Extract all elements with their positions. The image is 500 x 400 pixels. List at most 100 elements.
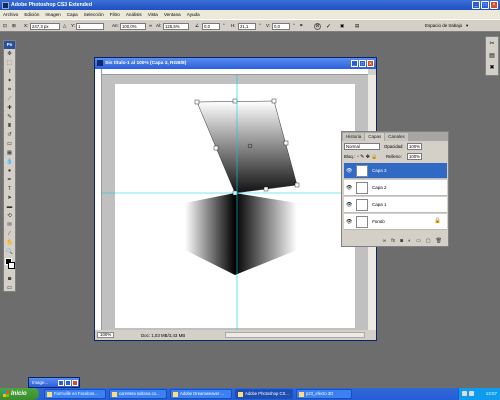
maximize-icon[interactable] <box>65 379 71 386</box>
doc-size-info[interactable]: Doc: 1,03 MB/3,43 MB <box>141 333 185 338</box>
close-icon[interactable] <box>72 379 78 386</box>
eye-icon[interactable]: 👁 <box>346 185 352 191</box>
minimized-document[interactable]: Image... <box>28 377 80 388</box>
menu-ventana[interactable]: Ventana <box>164 12 181 17</box>
doc-close-icon[interactable]: × <box>367 59 374 67</box>
tab-capas[interactable]: Capas <box>365 133 385 141</box>
task-p23[interactable]: p23_efecto 3D <box>296 389 352 399</box>
workspace-menu[interactable]: Espacio de trabajo <box>425 23 462 28</box>
x-field[interactable]: 247,3 px <box>30 22 60 30</box>
eyedropper-icon[interactable]: ⁄ <box>4 230 15 238</box>
restore-icon[interactable] <box>58 379 64 386</box>
options-icon[interactable]: ▣ <box>340 23 344 29</box>
gradient-tool-icon[interactable]: ▦ <box>4 149 15 157</box>
height-field[interactable]: 125,5% <box>163 22 189 30</box>
tab-historia[interactable]: Historia <box>343 133 365 141</box>
background-color[interactable] <box>8 262 15 269</box>
eye-icon[interactable]: 👁 <box>346 168 352 174</box>
doc-minimize-icon[interactable]: _ <box>351 59 358 67</box>
group-icon[interactable]: ▭ <box>416 238 421 244</box>
dodge-tool-icon[interactable]: ● <box>4 167 15 175</box>
horizontal-scrollbar[interactable] <box>225 332 365 338</box>
crop-tool-icon[interactable]: ⌗ <box>4 86 15 94</box>
canvas-artwork[interactable] <box>102 75 368 330</box>
angle-field[interactable]: 0,0 <box>202 22 220 30</box>
layer-row-fondo[interactable]: 👁 Fondo 🔒 <box>344 214 447 230</box>
clock[interactable]: 13:07 <box>486 391 497 396</box>
layer-style-icon[interactable]: fx <box>391 238 395 244</box>
menu-capa[interactable]: Capa <box>67 12 78 17</box>
width-field[interactable]: 100,0% <box>120 22 146 30</box>
menu-seleccion[interactable]: Selección <box>84 12 104 17</box>
type-tool-icon[interactable]: T <box>4 185 15 193</box>
mask-icon[interactable]: ◙ <box>400 238 403 244</box>
healing-brush-icon[interactable]: ✚ <box>4 104 15 112</box>
hskew-field[interactable]: 21,1 <box>238 22 256 30</box>
layer-row-capa-2[interactable]: 👁 Capa 2 <box>344 180 447 196</box>
canvas-area[interactable] <box>102 75 368 330</box>
vskew-field[interactable]: 0,0 <box>272 22 290 30</box>
blur-tool-icon[interactable]: 💧 <box>4 158 15 166</box>
lasso-tool-icon[interactable]: ℓ <box>4 68 15 76</box>
history-brush-icon[interactable]: ↺ <box>4 131 15 139</box>
channels-panel-icon[interactable]: ▤ <box>486 49 498 61</box>
menu-vista[interactable]: Vista <box>148 12 158 17</box>
eraser-tool-icon[interactable]: ▭ <box>4 140 15 148</box>
3d-rotate-icon[interactable]: ⟲ <box>4 212 15 220</box>
path-select-icon[interactable]: ➤ <box>4 194 15 202</box>
cancel-transform-icon[interactable]: ⊘ <box>314 22 321 30</box>
task-carretera[interactable]: carretera sultana co... <box>109 389 167 399</box>
commit-transform-icon[interactable]: ✓ <box>326 23 331 30</box>
zoom-tool-icon[interactable]: 🔍 <box>4 248 15 256</box>
start-button[interactable]: Inicio <box>0 388 39 400</box>
menu-analisis[interactable]: Análisis <box>126 12 142 17</box>
brush-tool-icon[interactable]: ✎ <box>4 113 15 121</box>
link-icon[interactable]: ∞ <box>149 23 152 28</box>
screen-mode-icon[interactable]: ▭ <box>4 284 15 292</box>
zoom-field[interactable]: 100% <box>97 332 115 338</box>
minimize-icon[interactable]: _ <box>472 1 480 9</box>
task-farmville[interactable]: Farmville en Faceboo... <box>44 389 106 399</box>
hand-tool-icon[interactable]: ✋ <box>4 239 15 247</box>
shape-tool-icon[interactable]: ▬ <box>4 203 15 211</box>
link-layers-icon[interactable]: ∞ <box>383 238 387 244</box>
y-field[interactable]: 1 <box>76 22 104 30</box>
adjustment-icon[interactable]: ◐ <box>408 238 411 244</box>
menu-archivo[interactable]: Archivo <box>3 12 18 17</box>
transform-tool-icon[interactable]: ⊡ <box>3 23 7 29</box>
menu-imagen[interactable]: Imagen <box>45 12 60 17</box>
close-icon[interactable]: × <box>490 1 498 9</box>
eye-icon[interactable]: 👁 <box>346 219 352 225</box>
menu-ayuda[interactable]: Ayuda <box>187 12 200 17</box>
move-tool-icon[interactable]: ✥ <box>4 50 15 58</box>
fill-field[interactable]: 100% <box>407 153 422 160</box>
eye-icon[interactable]: 👁 <box>346 202 352 208</box>
color-swatches[interactable] <box>4 256 15 274</box>
layer-row-capa-1[interactable]: 👁 Capa 1 <box>344 197 447 213</box>
palette-icon[interactable]: ▤ <box>355 23 359 29</box>
notes-tool-icon[interactable]: ✉ <box>4 221 15 229</box>
tab-canales[interactable]: Canales <box>385 133 408 141</box>
new-layer-icon[interactable]: ▢ <box>426 238 431 244</box>
blend-mode-select[interactable]: Normal <box>344 143 380 150</box>
task-photoshop[interactable]: Adobe Photoshop CS... <box>235 389 293 399</box>
task-dreamweaver[interactable]: Adobe Dreamweaver ... <box>170 389 232 399</box>
info-panel-icon[interactable]: ✖ <box>486 61 498 73</box>
menu-filtro[interactable]: Filtro <box>110 12 120 17</box>
pen-tool-icon[interactable]: ✒ <box>4 176 15 184</box>
trash-icon[interactable]: 🗑 <box>436 238 442 244</box>
restore-icon[interactable]: □ <box>481 1 489 9</box>
warp-icon[interactable]: ⌗ <box>300 23 303 28</box>
reference-point-icon[interactable]: ⊞ <box>12 23 16 29</box>
volume-icon[interactable] <box>469 391 474 396</box>
lock-icons[interactable]: ▫ ✎ ✥ 🔒 <box>357 154 378 160</box>
magic-wand-icon[interactable]: ✦ <box>4 77 15 85</box>
chevron-down-icon[interactable]: ▾ <box>466 23 468 29</box>
opacity-field[interactable]: 100% <box>407 143 422 150</box>
marquee-tool-icon[interactable]: ⬚ <box>4 59 15 67</box>
layer-row-capa-3[interactable]: 👁 Capa 3 <box>344 163 447 179</box>
slice-tool-icon[interactable]: ⟋ <box>4 95 15 103</box>
network-icon[interactable] <box>462 391 467 396</box>
quick-mask-icon[interactable]: ◙ <box>4 275 15 283</box>
stamp-tool-icon[interactable]: ♜ <box>4 122 15 130</box>
